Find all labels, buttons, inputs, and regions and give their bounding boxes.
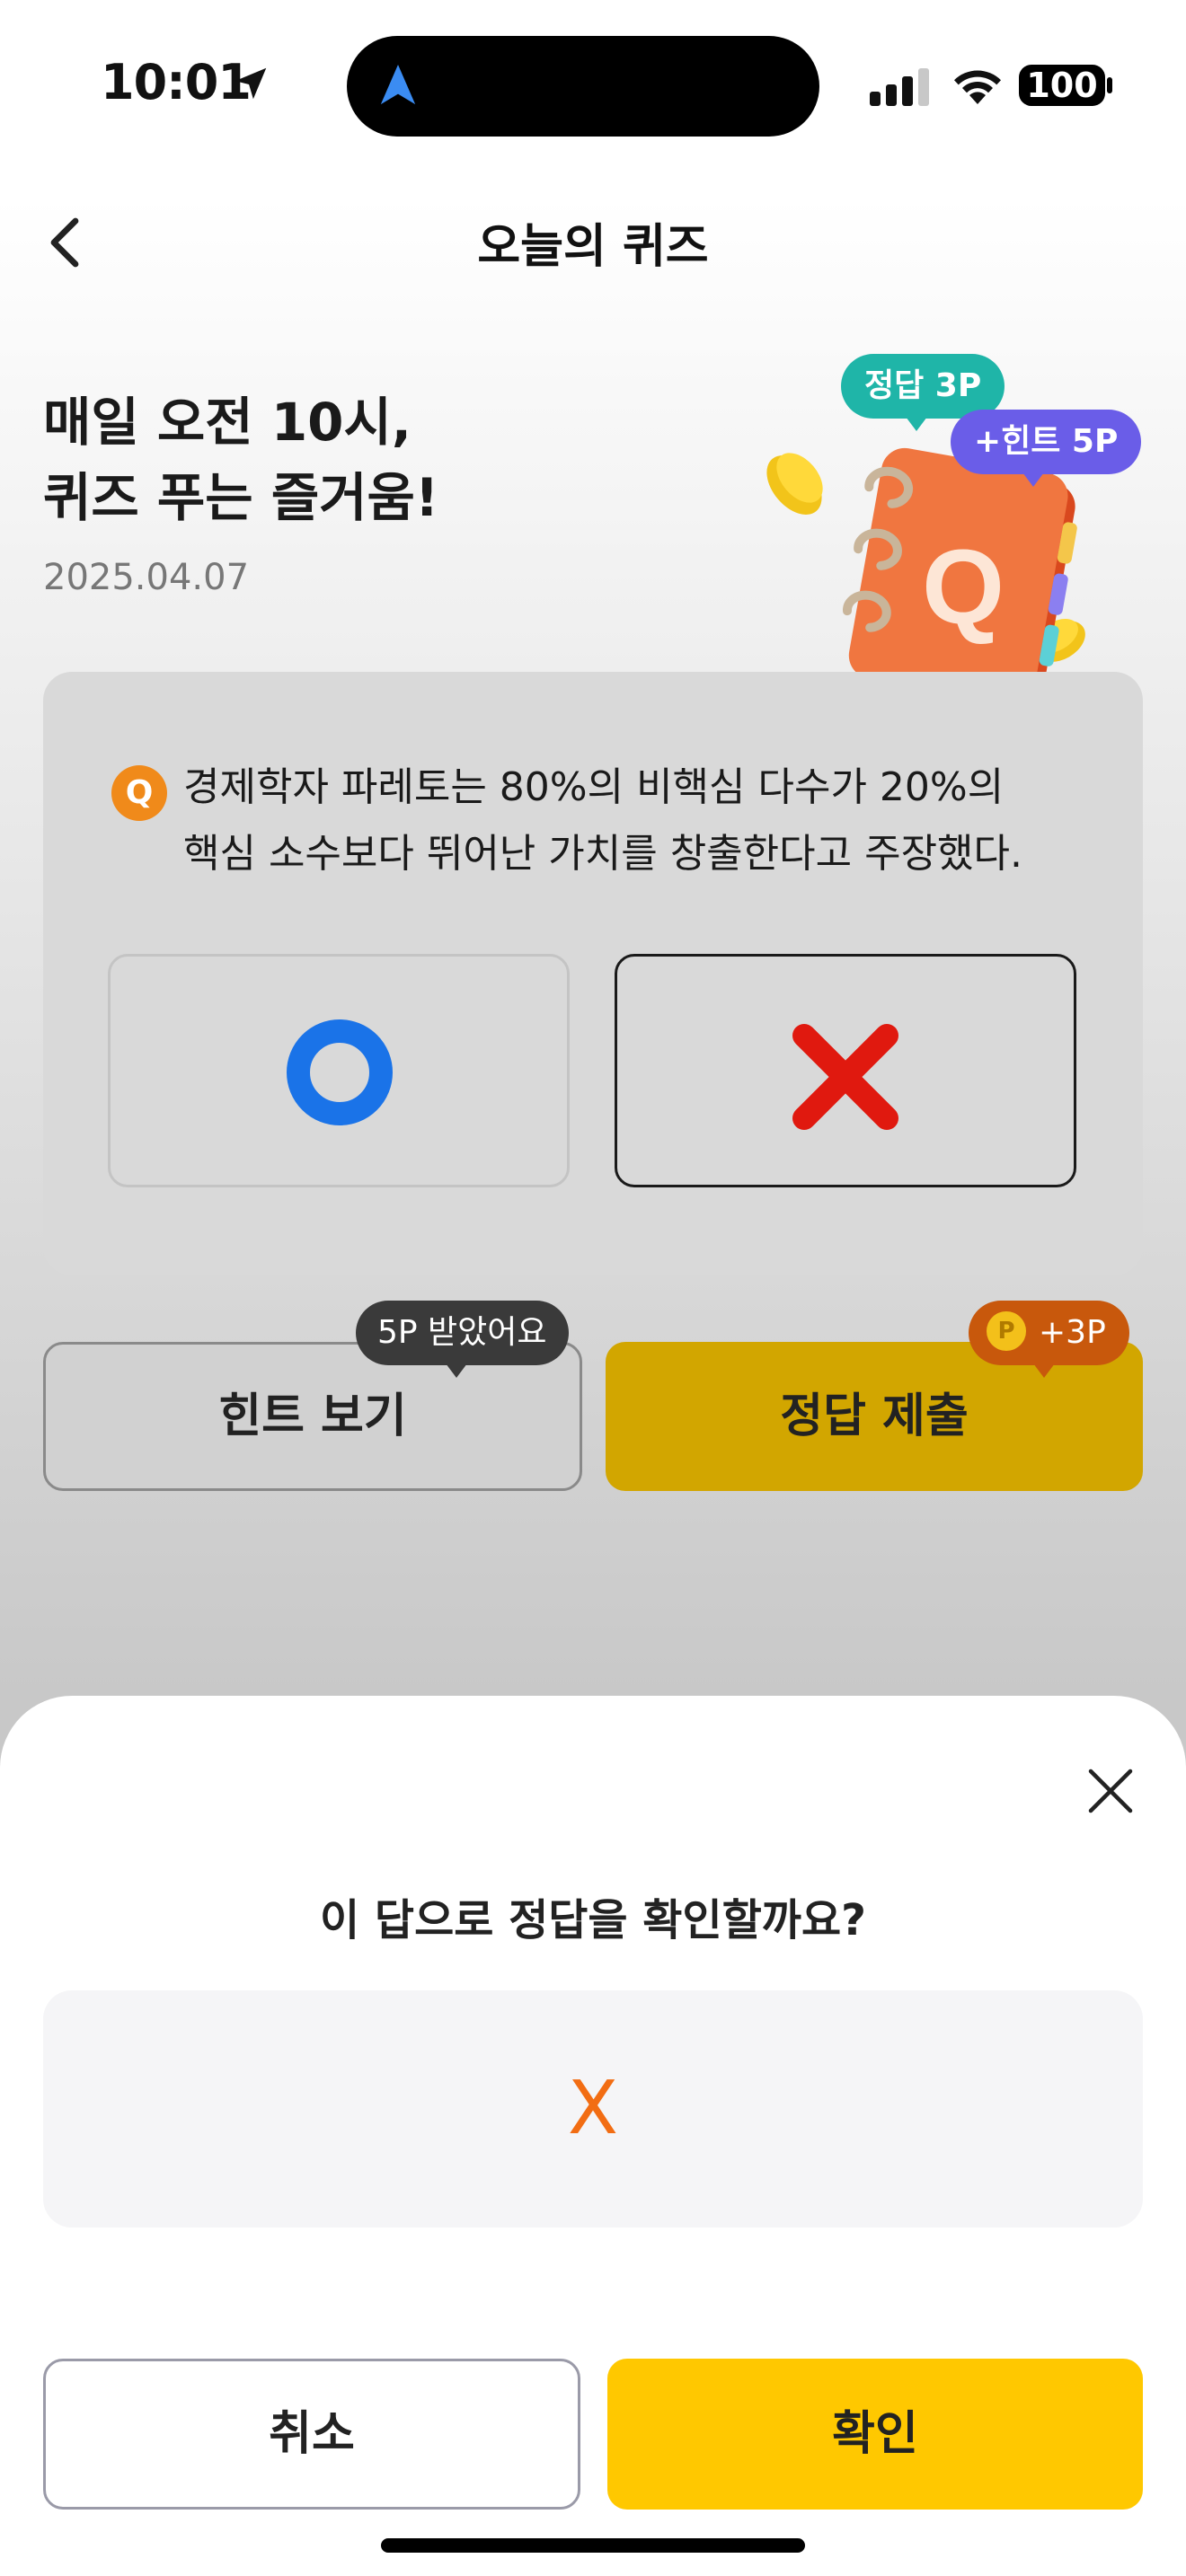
hero-headline-line2: 퀴즈 푸는 즐거움! [43,467,439,528]
question-text: 경제학자 파레토는 80%의 비핵심 다수가 20%의 핵심 소수보다 뛰어난 … [183,754,1091,887]
point-coin-icon: P [987,1311,1026,1351]
hero-headline: 매일 오전 10시, 퀴즈 푸는 즐거움! [43,384,438,535]
status-time: 10:01 [101,54,252,110]
hero-headline-line1: 매일 오전 10시, [43,392,412,453]
option-o-button[interactable] [108,954,570,1187]
screen: 10:01 100 오늘의 퀴즈 매일 오전 10시, 퀴즈 푸는 즐거움! 2… [0,0,1186,2576]
cellular-signal-icon [870,68,929,106]
cross-x-icon [792,1024,898,1130]
location-arrow-icon [235,67,267,100]
option-x-button[interactable] [615,954,1076,1187]
question-line2: 핵심 소수보다 뛰어난 가치를 창출한다고 주장했다. [183,831,1022,877]
navigation-arrow-icon [380,65,416,105]
confirm-button[interactable]: 확인 [607,2359,1143,2510]
circle-o-icon [287,1019,393,1125]
close-icon[interactable] [1084,1764,1137,1818]
question-badge: Q [111,765,167,821]
home-indicator [381,2538,805,2553]
selected-answer-display: X [43,1990,1143,2228]
battery-cap [1107,77,1112,93]
battery-indicator: 100 [1019,65,1105,106]
wifi-icon [954,70,1001,104]
reward-points-text: +3P [1039,1314,1106,1351]
reward-points-bubble: P +3P [969,1301,1129,1378]
cancel-button[interactable]: 취소 [43,2359,580,2510]
book-q-letter: Q [922,528,1005,647]
hint-received-bubble: 5P 받았어요 [356,1301,569,1378]
sheet-question: 이 답으로 정답을 확인할까요? [320,1895,866,1945]
page-title: 오늘의 퀴즈 [477,220,709,274]
quiz-date: 2025.04.07 [43,557,250,598]
hint-points-tag: +힌트 5P [951,410,1142,487]
question-line1: 경제학자 파레토는 80%의 비핵심 다수가 20%의 [183,764,1005,810]
